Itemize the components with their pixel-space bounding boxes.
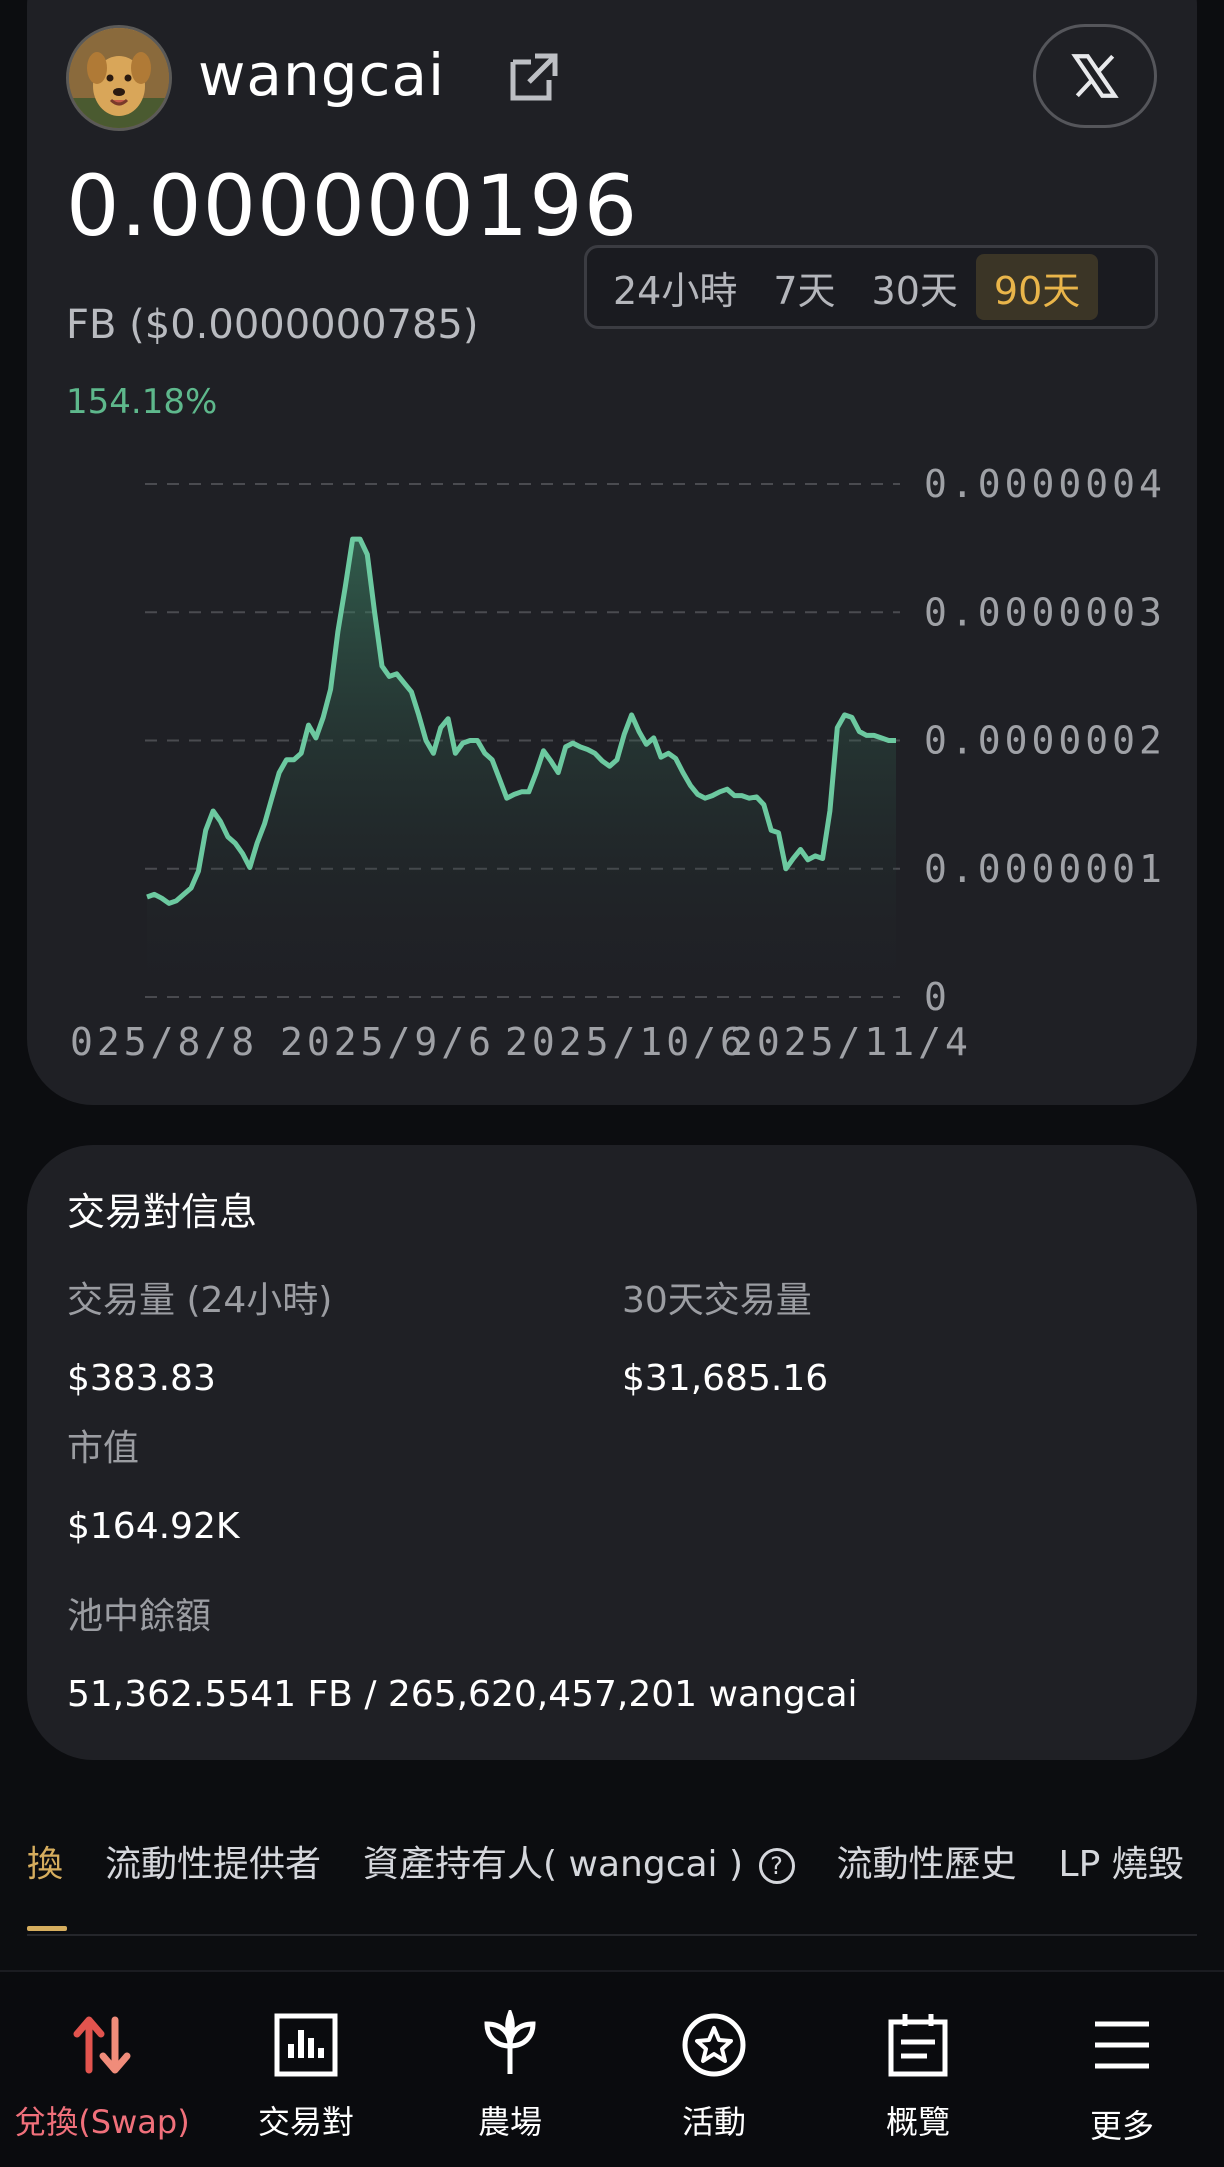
x-tick-label: 2025/11/4 (730, 1020, 972, 1064)
volume-24h-label: 交易量 (24小時) (67, 1280, 333, 1321)
nav-farm[interactable]: 農場 (408, 1972, 612, 2167)
y-tick-label: 0.0000004 (924, 462, 1166, 506)
tab-swap[interactable]: 換 (27, 1840, 63, 1890)
volume-30d-label: 30天交易量 (622, 1280, 812, 1321)
market-cap-value: $164.92K (67, 1506, 240, 1547)
y-tick-label: 0.0000001 (924, 847, 1166, 891)
x-tick-label: 025/8/8 (70, 1020, 258, 1064)
nav-pairs[interactable]: 交易對 (204, 1972, 408, 2167)
tab-holders-label: 資產持有人( wangcai ) (363, 1844, 744, 1885)
volume-24h-value: $383.83 (67, 1358, 216, 1399)
y-tick-label: 0.0000002 (924, 719, 1166, 763)
tabs-divider (27, 1934, 1197, 1936)
volume-30d-value: $31,685.16 (622, 1358, 829, 1399)
x-tick-label: 2025/10/6 (505, 1020, 747, 1064)
nav-events-label: 活動 (681, 2103, 746, 2141)
tab-liquidity-history[interactable]: 流動性歷史 (837, 1840, 1017, 1890)
y-tick-label: 0 (924, 975, 951, 1019)
tab-lp-burn[interactable]: LP 燒毀 (1059, 1840, 1184, 1890)
pair-info-title: 交易對信息 (67, 1190, 258, 1234)
nav-more[interactable]: 更多 (1020, 1972, 1224, 2167)
nav-overview-label: 概覽 (885, 2103, 950, 2141)
tab-lp-providers[interactable]: 流動性提供者 (105, 1840, 321, 1890)
nav-swap[interactable]: 兌換(Swap) (0, 1972, 204, 2167)
pool-balance-value: 51,362.5541 FB / 265,620,457,201 wangcai (67, 1674, 858, 1715)
nav-events[interactable]: 活動 (612, 1972, 816, 2167)
nav-more-label: 更多 (1089, 2107, 1154, 2145)
swap-arrows-icon (73, 2016, 131, 2074)
price-chart: 0.0000004 0.0000003 0.0000002 0.0000001 0 02… (70, 462, 1166, 1064)
help-icon[interactable]: ? (758, 1848, 795, 1884)
pair-info-card: 交易對信息 交易量 (24小時) 30天交易量 $383.83 $31,685.… (27, 1145, 1197, 1760)
page: wangcai 0.000000196 FB ($0.0000000785) 1… (0, 0, 1224, 2167)
sprout-icon (484, 2010, 536, 2074)
x-tick-label: 2025/9/6 (280, 1020, 495, 1064)
price-area (147, 539, 896, 997)
nav-overview[interactable]: 概覽 (816, 1972, 1020, 2167)
bottom-nav: 兌換(Swap) 交易對 農場 活動 概覽 更多 (0, 1970, 1224, 2167)
nav-swap-label: 兌換(Swap) (14, 2103, 190, 2141)
calendar-icon (888, 2014, 948, 2077)
active-tab-indicator (27, 1926, 67, 1931)
nav-pairs-label: 交易對 (257, 2103, 354, 2141)
bar-chart-icon (274, 2013, 338, 2077)
market-cap-label: 市值 (67, 1428, 140, 1469)
menu-icon (1095, 2021, 1149, 2069)
nav-farm-label: 農場 (477, 2103, 542, 2141)
tab-holders[interactable]: 資產持有人( wangcai ) ? (363, 1840, 795, 1890)
y-tick-label: 0.0000003 (924, 590, 1166, 634)
star-circle-icon (682, 2013, 746, 2077)
detail-tabs: 換 流動性提供者 資產持有人( wangcai ) ? 流動性歷史 LP 燒毀 (27, 1840, 1197, 1935)
pool-balance-label: 池中餘額 (67, 1596, 212, 1637)
